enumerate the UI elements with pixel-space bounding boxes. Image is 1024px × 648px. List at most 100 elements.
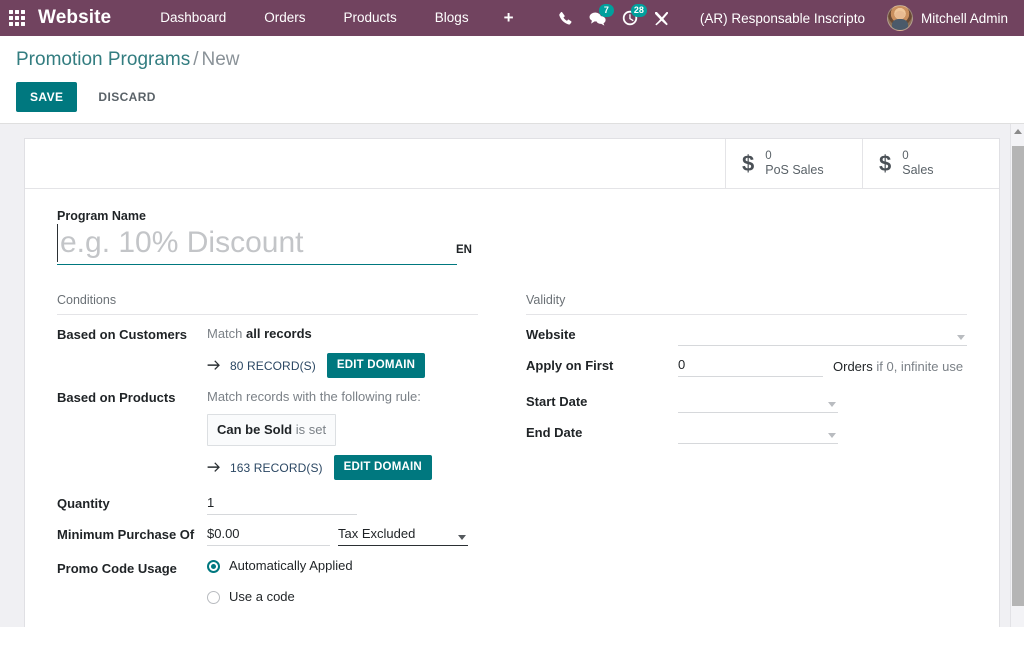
- arrow-right-icon: [207, 360, 221, 372]
- program-name-block: Program Name EN: [57, 209, 967, 265]
- control-panel: Promotion Programs/New SAVE DISCARD: [0, 36, 1024, 124]
- form-sheet-body: Program Name EN Conditions Based on Cust…: [25, 189, 999, 627]
- field-apply-on-first: Apply on First Orders if 0, infinite use: [526, 355, 967, 377]
- field-start-date: Start Date: [526, 391, 967, 413]
- messages-button[interactable]: 7: [582, 0, 614, 36]
- avatar: [887, 5, 913, 31]
- pos-sales-label: PoS Sales: [765, 163, 823, 178]
- field-based-on-products: Based on Products Match records with the…: [57, 387, 478, 480]
- validity-title: Validity: [526, 293, 967, 315]
- form-groups: Conditions Based on Customers Match all …: [57, 293, 967, 627]
- start-date-label: Start Date: [526, 391, 678, 412]
- customers-record-count[interactable]: 80 RECORD(S): [230, 356, 316, 376]
- apply-on-first-label: Apply on First: [526, 355, 678, 376]
- domain-rule-chip[interactable]: Can be Sold is set: [207, 414, 336, 446]
- dollar-icon: $: [742, 153, 754, 175]
- activities-button[interactable]: 28: [614, 0, 646, 36]
- arrow-right-icon: [207, 462, 221, 474]
- menu-item-new-page[interactable]: +: [488, 0, 530, 36]
- products-record-line: 163 RECORD(S) EDIT DOMAIN: [207, 455, 478, 480]
- apps-grid-icon: [9, 10, 25, 26]
- tax-mode-select[interactable]: [338, 524, 468, 546]
- language-badge[interactable]: EN: [446, 244, 474, 262]
- systray: 7 28 (AR) Responsable Inscripto Mitchell…: [550, 0, 1024, 36]
- edit-domain-customers-button[interactable]: EDIT DOMAIN: [327, 353, 425, 378]
- form-sheet: $ 0 PoS Sales $ 0 Sales Program Name: [24, 138, 1000, 627]
- debug-tools-button[interactable]: [646, 0, 678, 36]
- activities-badge: 28: [631, 4, 647, 17]
- scroll-up-arrow-icon[interactable]: [1014, 129, 1022, 134]
- field-quantity: Quantity: [57, 493, 478, 515]
- breadcrumb-current: New: [202, 49, 240, 70]
- customers-match-prefix: Match: [207, 326, 242, 341]
- messages-badge: 7: [599, 4, 614, 17]
- radio-icon-unselected[interactable]: [207, 591, 220, 604]
- phone-call-button[interactable]: [550, 0, 582, 36]
- website-input[interactable]: [678, 324, 967, 346]
- menu-item-orders[interactable]: Orders: [245, 0, 324, 36]
- conditions-title: Conditions: [57, 293, 478, 315]
- main-menu: Dashboard Orders Products Blogs +: [141, 0, 529, 36]
- customers-record-line: 80 RECORD(S) EDIT DOMAIN: [207, 353, 478, 378]
- customers-match-text: Match all records: [207, 324, 478, 344]
- start-date-input[interactable]: [678, 391, 838, 413]
- breadcrumb-promotion-programs[interactable]: Promotion Programs: [16, 49, 190, 70]
- menu-item-blogs[interactable]: Blogs: [416, 0, 488, 36]
- radio-automatically-applied[interactable]: Automatically Applied: [207, 558, 478, 574]
- field-minimum-purchase: Minimum Purchase Of: [57, 524, 478, 546]
- vertical-scrollbar[interactable]: [1010, 124, 1024, 627]
- rule-operator: is set: [296, 422, 326, 437]
- website-label: Website: [526, 324, 678, 345]
- field-website: Website: [526, 324, 967, 346]
- sales-label: Sales: [902, 163, 933, 178]
- apply-on-first-input[interactable]: [678, 355, 823, 377]
- scrollbar-thumb[interactable]: [1012, 146, 1024, 606]
- edit-domain-products-button[interactable]: EDIT DOMAIN: [334, 455, 432, 480]
- phone-icon: [558, 11, 573, 26]
- active-company-selector[interactable]: (AR) Responsable Inscripto: [678, 11, 879, 26]
- menu-item-products[interactable]: Products: [325, 0, 416, 36]
- program-name-input-wrap: EN: [57, 224, 457, 265]
- end-date-label: End Date: [526, 422, 678, 443]
- discard-button[interactable]: DISCARD: [86, 82, 167, 112]
- breadcrumb: Promotion Programs/New: [16, 48, 1008, 72]
- program-name-input[interactable]: [57, 224, 446, 262]
- quantity-label: Quantity: [57, 493, 207, 514]
- program-name-label: Program Name: [57, 209, 967, 223]
- field-promo-code-usage: Promo Code Usage Automatically Applied U…: [57, 558, 478, 611]
- record-action-buttons: SAVE DISCARD: [16, 72, 1008, 123]
- minimum-purchase-input[interactable]: [207, 524, 330, 546]
- top-navbar: Website Dashboard Orders Products Blogs …: [0, 0, 1024, 36]
- app-brand-website[interactable]: Website: [34, 7, 119, 29]
- user-menu[interactable]: Mitchell Admin: [879, 5, 1016, 31]
- products-record-count[interactable]: 163 RECORD(S): [230, 458, 323, 478]
- pos-sales-value: 0: [765, 149, 823, 163]
- sales-value: 0: [902, 149, 933, 163]
- breadcrumb-separator: /: [190, 49, 201, 70]
- based-on-products-label: Based on Products: [57, 387, 207, 408]
- stat-button-box: $ 0 PoS Sales $ 0 Sales: [25, 139, 999, 189]
- apply-on-first-suffix-strong: Orders: [833, 359, 873, 374]
- apply-on-first-suffix-muted: if 0, infinite use: [876, 359, 963, 374]
- radio-label-use-a-code[interactable]: Use a code: [229, 589, 295, 605]
- end-date-input[interactable]: [678, 422, 838, 444]
- quantity-input[interactable]: [207, 493, 357, 515]
- group-conditions: Conditions Based on Customers Match all …: [57, 293, 512, 627]
- radio-label-automatically-applied[interactable]: Automatically Applied: [229, 558, 353, 574]
- stat-button-pos-sales[interactable]: $ 0 PoS Sales: [725, 139, 862, 188]
- wrench-tools-icon: [654, 11, 669, 26]
- group-validity: Validity Website Apply on First: [512, 293, 967, 627]
- radio-use-a-code[interactable]: Use a code: [207, 589, 478, 605]
- form-view-area: $ 0 PoS Sales $ 0 Sales Program Name: [0, 124, 1024, 627]
- dollar-icon: $: [879, 153, 891, 175]
- menu-item-dashboard[interactable]: Dashboard: [141, 0, 245, 36]
- customers-match-strong: all records: [246, 326, 312, 341]
- minimum-purchase-label: Minimum Purchase Of: [57, 524, 207, 545]
- radio-icon-selected[interactable]: [207, 560, 220, 573]
- save-button[interactable]: SAVE: [16, 82, 77, 112]
- user-name: Mitchell Admin: [913, 11, 1016, 26]
- promo-code-usage-label: Promo Code Usage: [57, 558, 207, 579]
- apps-menu-button[interactable]: [0, 0, 34, 36]
- stat-button-sales[interactable]: $ 0 Sales: [862, 139, 999, 188]
- based-on-customers-label: Based on Customers: [57, 324, 207, 345]
